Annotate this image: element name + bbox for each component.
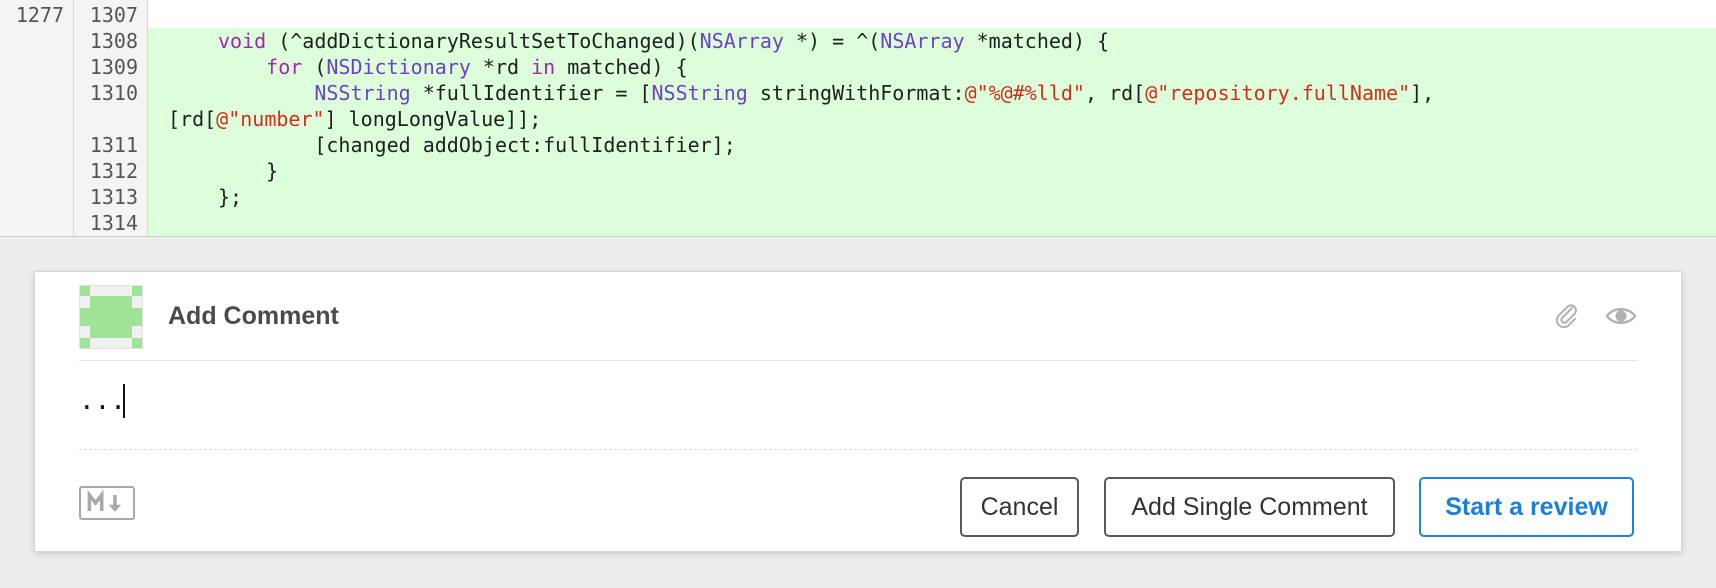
text-caret	[123, 384, 125, 418]
code-token: *fullIdentifier = [	[410, 81, 652, 105]
diff-line: 1311 [changed addObject:fullIdentifier];	[0, 132, 1716, 158]
code-token: NSArray	[880, 29, 965, 53]
new-line-number: 1307	[89, 3, 138, 27]
code-token: [changed addObject:fullIdentifier];	[218, 133, 736, 157]
code-token: [rd[	[168, 107, 217, 131]
paperclip-icon[interactable]	[1553, 302, 1581, 330]
comment-form: Add Comment Cancel Add Single Comment St…	[34, 271, 1682, 552]
diff-line: 1313};	[0, 184, 1716, 210]
new-line-number: 1308	[89, 29, 138, 53]
code-token: ] longLongValue]];	[324, 107, 542, 131]
code-token: @"number"	[216, 107, 325, 131]
code-token: matched) {	[555, 55, 688, 79]
new-line-number: 1311	[89, 133, 138, 157]
diff-line: [rd[@"number"] longLongValue]];	[0, 106, 1716, 132]
code-token: (	[302, 55, 327, 79]
start-review-button[interactable]: Start a review	[1419, 477, 1634, 537]
code-token: *rd	[470, 55, 532, 79]
header-divider	[79, 360, 1637, 361]
input-divider	[79, 449, 1637, 450]
code-text: };	[218, 184, 242, 210]
code-token: };	[218, 185, 243, 209]
code-token: NSArray	[699, 29, 784, 53]
new-line-number: 1314	[89, 211, 138, 235]
code-token: for	[266, 55, 303, 79]
diff-line: 1277 1307	[0, 2, 1716, 28]
new-line-number: 1310	[89, 81, 138, 105]
diff-line: 1312 }	[0, 158, 1716, 184]
new-line-number: 1312	[89, 159, 138, 183]
code-token: stringWithFormat:	[747, 81, 965, 105]
code-text: [rd[@"number"] longLongValue]];	[168, 106, 541, 132]
code-token: *) = ^(	[783, 29, 881, 53]
code-text: }	[218, 158, 278, 184]
code-token: NSDictionary	[326, 55, 471, 79]
code-text: [changed addObject:fullIdentifier];	[218, 132, 736, 158]
markdown-icon[interactable]	[79, 486, 135, 520]
code-text: void (^addDictionaryResultSetToChanged)(…	[218, 28, 1109, 54]
code-token: }	[218, 159, 279, 183]
code-text: for (NSDictionary *rd in matched) {	[218, 54, 688, 80]
code-token: ],	[1410, 81, 1435, 105]
diff-line: 1308 void (^addDictionaryResultSetToChang…	[0, 28, 1716, 54]
code-token: NSString	[314, 81, 411, 105]
add-single-comment-button[interactable]: Add Single Comment	[1104, 477, 1395, 537]
diff-line: 1309 for (NSDictionary *rd in matched) {	[0, 54, 1716, 80]
code-token: NSString	[651, 81, 748, 105]
new-line-number: 1313	[89, 185, 138, 209]
code-token: *matched) {	[964, 29, 1110, 53]
code-token: void	[218, 29, 267, 53]
new-line-number: 1309	[89, 55, 138, 79]
comment-title: Add Comment	[168, 302, 339, 330]
diff-view: 1277 1307 1308 void (^addDictionaryResultSe…	[0, 0, 1716, 237]
cancel-button[interactable]: Cancel	[960, 477, 1079, 537]
eye-icon[interactable]	[1605, 302, 1637, 330]
diff-line: 1314	[0, 210, 1716, 236]
code-token: , rd[	[1084, 81, 1146, 105]
comment-textarea[interactable]	[79, 376, 1637, 426]
code-token: in	[531, 55, 556, 79]
code-token: @"%@#%lld"	[964, 81, 1085, 105]
diff-line: 1310 NSString *fullIdentifier = [NSStrin…	[0, 80, 1716, 106]
code-token: (^addDictionaryResultSetToChanged)(	[266, 29, 700, 53]
avatar	[79, 285, 143, 349]
old-line-number: 1277	[15, 3, 64, 27]
code-text: NSString *fullIdentifier = [NSString str…	[218, 80, 1434, 106]
code-token: @"repository.fullName"	[1145, 81, 1411, 105]
